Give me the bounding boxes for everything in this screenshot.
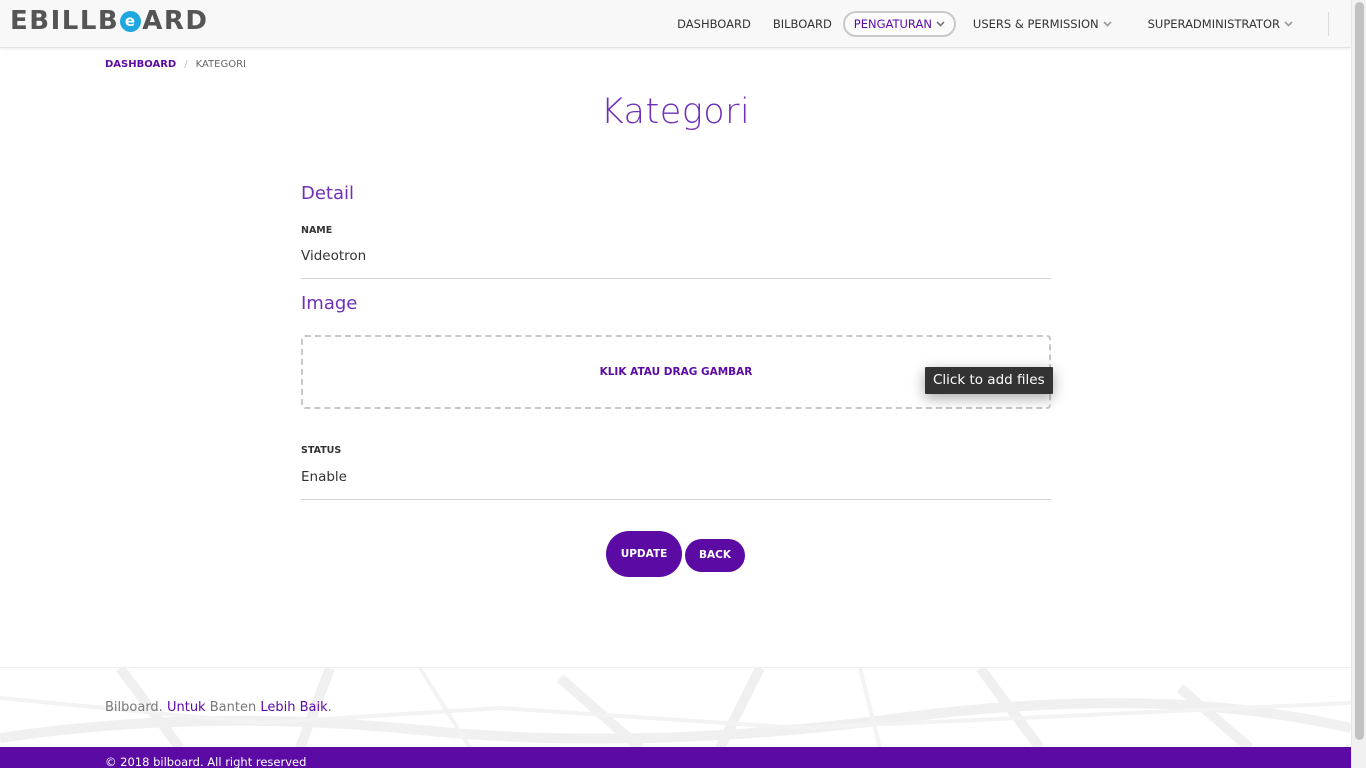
footer-tagline-part: Bilboard. bbox=[105, 700, 163, 715]
nav-item-bilboard[interactable]: BILBOARD bbox=[762, 11, 843, 37]
name-field[interactable]: Videotron bbox=[301, 248, 1051, 279]
nav-item-users-permission[interactable]: USERS & PERMISSION bbox=[962, 11, 1123, 37]
dropzone-text: KLIK ATAU DRAG GAMBAR bbox=[599, 366, 753, 378]
breadcrumb-current: KATEGORI bbox=[195, 59, 246, 70]
logo-text-end: ARD bbox=[142, 6, 209, 36]
nav-item-label: BILBOARD bbox=[772, 17, 832, 31]
chevron-down-icon bbox=[936, 21, 945, 27]
ebillboard-logo[interactable]: EBILLB e ARD bbox=[10, 6, 208, 36]
footer-tagline-part: . bbox=[327, 700, 332, 715]
breadcrumb-dashboard-link[interactable]: DASHBOARD bbox=[105, 59, 176, 70]
nav-item-superadministrator[interactable]: SUPERADMINISTRATOR bbox=[1137, 11, 1304, 37]
nav-item-label: USERS & PERMISSION bbox=[972, 17, 1099, 31]
breadcrumb-separator: / bbox=[184, 59, 188, 70]
nav-item-dashboard[interactable]: DASHBOARD bbox=[666, 11, 762, 37]
copyright-text: © 2018 bilboard. All right reserved bbox=[105, 755, 307, 768]
logo-o-icon: e bbox=[120, 10, 142, 32]
scrollbar-thumb[interactable] bbox=[1355, 2, 1364, 740]
footer-tagline-link[interactable]: Lebih Baik bbox=[260, 700, 327, 715]
page-title: Kategori bbox=[600, 92, 751, 132]
update-button[interactable]: UPDATE bbox=[606, 531, 682, 577]
nav-item-label: DASHBOARD bbox=[677, 17, 751, 31]
nav-divider bbox=[1328, 12, 1329, 36]
footer-tagline-part: Banten bbox=[209, 700, 257, 715]
dropzone-tooltip: Click to add files bbox=[925, 367, 1053, 394]
detail-section-title: Detail bbox=[301, 183, 355, 204]
back-button[interactable]: BACK bbox=[685, 538, 745, 572]
status-field[interactable]: Enable bbox=[301, 469, 1051, 500]
footer-bar: © 2018 bilboard. All right reserved bbox=[0, 747, 1351, 768]
navbar: EBILLB e ARD DASHBOARD BILBOARD PENGATURAN… bbox=[0, 0, 1351, 48]
form-actions: UPDATE BACK bbox=[0, 531, 1351, 577]
footer-tagline: Bilboard. Untuk Banten Lebih Baik. bbox=[105, 700, 332, 715]
nav-item-label: PENGATURAN bbox=[853, 17, 932, 31]
footer-tagline-link[interactable]: Untuk bbox=[167, 700, 206, 715]
nav-item-label: SUPERADMINISTRATOR bbox=[1147, 17, 1280, 31]
nav-item-pengaturan[interactable]: PENGATURAN bbox=[842, 11, 956, 37]
name-label: NAME bbox=[301, 225, 333, 236]
status-label: STATUS bbox=[301, 445, 342, 456]
logo-text-start: EBILLB bbox=[10, 6, 120, 36]
chevron-down-icon bbox=[1103, 21, 1112, 27]
image-section-title: Image bbox=[301, 293, 358, 314]
breadcrumb: DASHBOARD / KATEGORI bbox=[105, 59, 246, 70]
nav-menu: DASHBOARD BILBOARD PENGATURAN USERS & PE… bbox=[666, 11, 1304, 37]
footer: Bilboard. Untuk Banten Lebih Baik. bbox=[0, 667, 1351, 747]
chevron-down-icon bbox=[1284, 21, 1293, 27]
page-scrollbar[interactable] bbox=[1351, 0, 1366, 768]
